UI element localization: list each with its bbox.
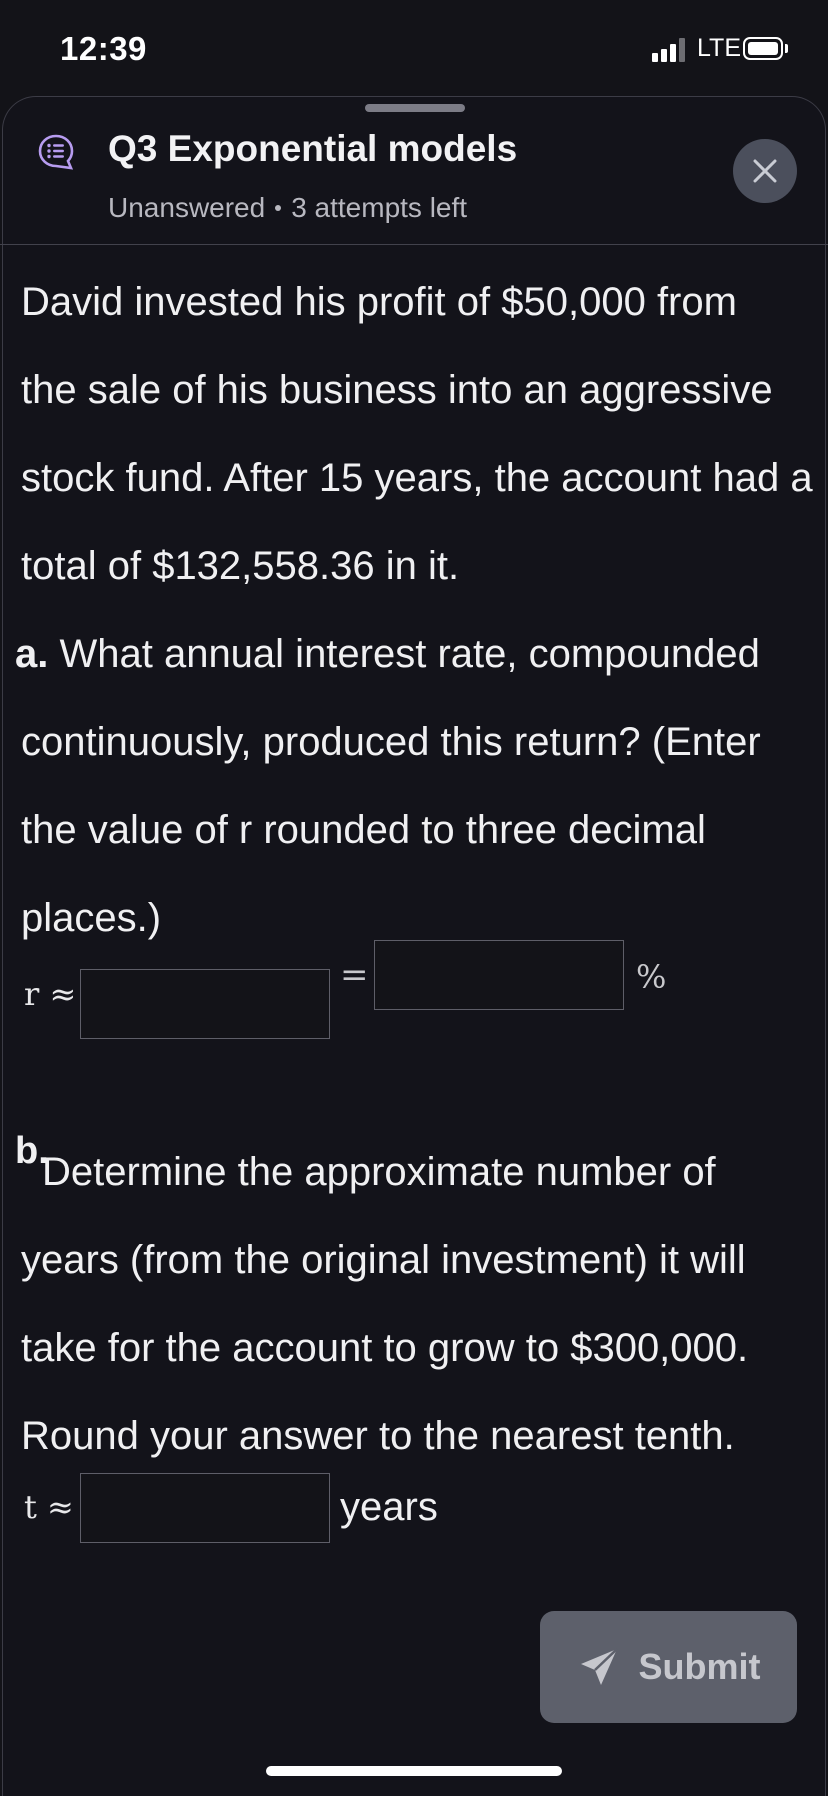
header-divider [0,244,828,245]
question-title: Q3 Exponential models [108,128,518,169]
part-b-line-4: Round your answer to the nearest tenth. [21,1414,735,1458]
part-b-line-1: Determine the approximate number of [42,1128,828,1216]
part-a-line-2: continuously, produced this return? (Ent… [21,720,761,764]
part-b-line-2: years (from the original investment) it … [21,1238,746,1282]
battery-nub [785,44,788,53]
sheet-grabber[interactable] [365,104,465,112]
part-a-text: What annual interest rate, compounded [48,632,760,676]
part-a-line-1: a. What annual interest rate, compounded [15,610,828,698]
close-button[interactable] [733,139,797,203]
battery-icon [743,37,783,60]
part-b-text-block: years (from the original investment) it … [21,1216,828,1480]
network-label: LTE [697,34,741,62]
close-icon [753,159,777,183]
part-b-line-3: take for the account to grow to $300,000… [21,1326,749,1370]
intro-line-2: the sale of his business into an aggress… [21,368,773,412]
part-a-line-3: the value of r rounded to three decimal [21,808,706,852]
r-approx-label: r ≈ [24,975,77,1013]
submit-button[interactable]: Submit [540,1611,797,1723]
equals-sign: = [340,955,369,995]
signal-icon [652,38,690,62]
part-b-text: Determine the approximate number of [42,1150,716,1194]
intro-line-1: David invested his profit of $50,000 fro… [21,280,737,324]
separator-dot [275,204,282,211]
home-indicator[interactable] [266,1766,562,1776]
t-approx-label: t ≈ [24,1488,74,1526]
t-value-input[interactable] [80,1473,330,1543]
r-value-input[interactable] [80,969,330,1039]
attempts-left: 3 attempts left [291,192,468,223]
years-unit: years [340,1485,438,1529]
question-text: David invested his profit of $50,000 fro… [15,258,828,962]
intro-line-3: stock fund. After 15 years, the account … [21,456,813,500]
status-time: 12:39 [60,30,147,67]
intro-line-4: total of $132,558.36 in it. [21,544,460,588]
percent-sign: % [636,958,667,996]
send-icon [580,1648,618,1685]
answer-status: Unanswered [108,192,266,223]
question-list-icon [38,134,74,170]
submit-label: Submit [638,1646,761,1687]
percent-value-input[interactable] [374,940,624,1010]
part-a-label: a. [15,632,49,676]
question-status: Unanswered 3 attempts left [108,192,467,224]
